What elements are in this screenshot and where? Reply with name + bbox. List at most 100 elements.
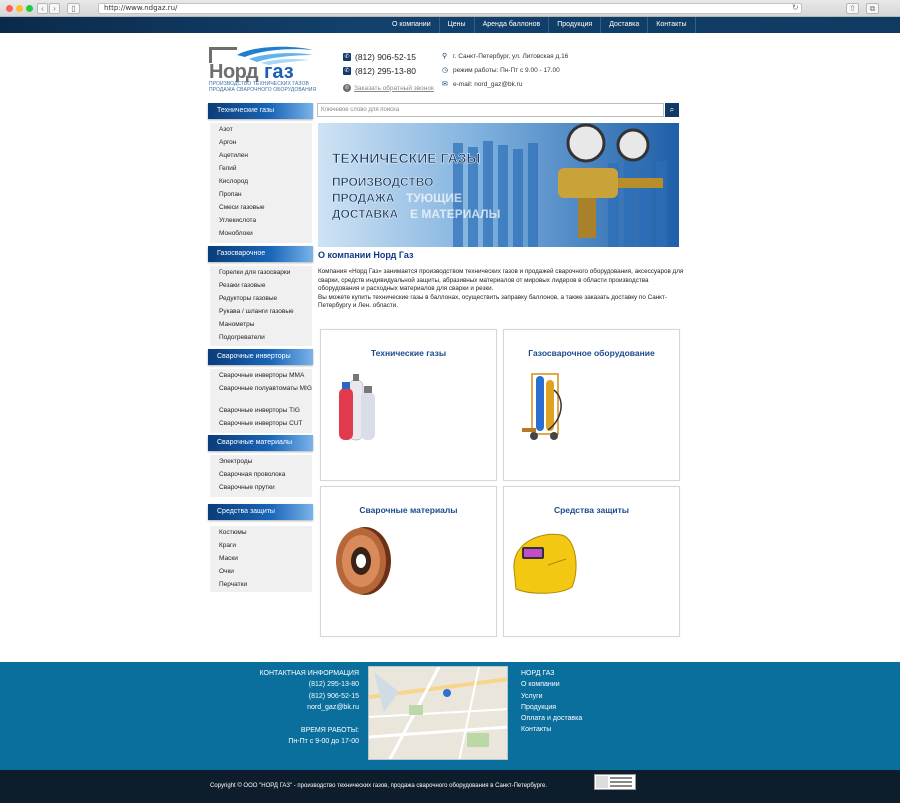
hours-text: режим работы: Пн-Пт с 9.00 - 17.00 <box>453 67 560 74</box>
sidebar-item[interactable]: Сварочные инверторы MMA <box>210 369 312 382</box>
banner-line-1: ТЕХНИЧЕСКИЕ ГАЗЫ <box>332 150 480 166</box>
sidebar-item[interactable]: Сварочные полуавтоматы MIG <box>210 382 312 404</box>
footer-link-services[interactable]: Услуги <box>521 691 641 702</box>
search-input[interactable]: Ключевое слово для поиска <box>317 103 664 117</box>
sidebar-item[interactable]: Сварочная проволока <box>210 468 312 481</box>
sidebar-item[interactable]: Ацетилен <box>210 149 312 162</box>
sidebar-item[interactable]: Смеси газовые <box>210 201 312 214</box>
sidebar-item[interactable]: Маски <box>210 552 312 565</box>
sidebar-item[interactable]: Гелий <box>210 162 312 175</box>
sidebar-item[interactable]: Резаки газовые <box>210 279 312 292</box>
sidebar-item[interactable]: Горелки для газосварки <box>210 266 312 279</box>
callback-icon: ✆ <box>343 84 351 92</box>
footer-brand[interactable]: НОРД ГАЗ <box>521 668 641 679</box>
search-placeholder: Ключевое слово для поиска <box>321 107 400 113</box>
footer-email[interactable]: nord_gaz@bk.ru <box>240 702 359 713</box>
about-text: Компания «Норд Газ» занимается производс… <box>318 268 690 311</box>
sidebar-item[interactable]: Манометры <box>210 318 312 331</box>
header-phone-2[interactable]: ✆ (812) 295-13-80 <box>343 66 416 76</box>
sidebar-item[interactable]: Электроды <box>210 455 312 468</box>
address-bar[interactable]: http://www.ndgaz.ru/ <box>98 3 802 14</box>
header-email[interactable]: ✉ e-mail: nord_gaz@bk.ru <box>442 81 522 88</box>
footer-link-contacts[interactable]: Контакты <box>521 724 641 735</box>
phone-icon: ✆ <box>343 53 351 61</box>
sidebar-item[interactable]: Костюмы <box>210 526 312 539</box>
sidebar-item[interactable]: Аргон <box>210 136 312 149</box>
search-button[interactable]: ⌕ <box>665 103 679 117</box>
sidebar-item[interactable]: Редукторы газовые <box>210 292 312 305</box>
sidebar-list-materials: Электроды Сварочная проволока Сварочные … <box>210 455 312 497</box>
minimize-window-icon[interactable] <box>16 5 23 12</box>
sidebar-item[interactable]: Моноблоки <box>210 227 312 240</box>
sidebar-item[interactable]: Очки <box>210 565 312 578</box>
welding-wire-spool-image <box>336 527 391 595</box>
category-card-protection[interactable]: Средства защиты <box>503 486 680 637</box>
sidebar-heading-protection[interactable]: Средства защиты <box>208 504 313 520</box>
sidebar-item[interactable]: Подогреватели <box>210 331 312 344</box>
sidebar-item[interactable]: Кислород <box>210 175 312 188</box>
footer-link-products[interactable]: Продукция <box>521 702 641 713</box>
sidebar-item[interactable]: Перчатки <box>210 578 312 591</box>
sidebar-item[interactable]: Пропан <box>210 188 312 201</box>
card-title: Газосварочное оборудование <box>528 348 655 358</box>
maximize-window-icon[interactable] <box>26 5 33 12</box>
footer-link-about[interactable]: О компании <box>521 679 641 690</box>
about-paragraph-2: Вы можете купить технические газы в балл… <box>318 293 667 310</box>
sidebar-heading-gas-welding[interactable]: Газосварочное оборудование <box>208 246 313 273</box>
nav-products[interactable]: Продукция <box>549 17 602 33</box>
footer-contact-title: КОНТАКТНАЯ ИНФОРМАЦИЯ <box>259 670 360 677</box>
close-window-icon[interactable] <box>6 5 13 12</box>
visitor-counter-badge[interactable] <box>594 774 636 790</box>
category-card-welding-materials[interactable]: Сварочные материалы <box>320 486 497 637</box>
reload-icon[interactable]: ↻ <box>792 3 799 12</box>
callback-link[interactable]: ✆ Заказать обратный звонок <box>343 84 434 92</box>
gas-cylinders-image <box>339 374 375 441</box>
tabs-icon[interactable]: ⧉ <box>866 3 879 14</box>
nav-prices[interactable]: Цены <box>440 17 475 33</box>
banner-line-4: ДОСТАВКА <box>332 207 398 221</box>
sidebar-item[interactable]: Азот <box>210 123 312 136</box>
sidebar-item[interactable]: Сварочные инверторы TIG <box>210 404 312 417</box>
footer-hours-title: ВРЕМЯ РАБОТЫ: <box>300 727 359 735</box>
nav-contacts[interactable]: Контакты <box>648 17 696 33</box>
footer-spacer <box>240 713 359 725</box>
banner-line-3: ПРОДАЖА <box>332 191 395 205</box>
copyright-text: Copyright © ООО "НОРД ГАЗ" - производств… <box>210 783 548 789</box>
banner-line-2: ПРОИЗВОДСТВО <box>332 175 433 189</box>
sidebar-item[interactable]: Сварочные прутки <box>210 481 312 494</box>
nav-cylinder-rental[interactable]: Аренда баллонов <box>475 17 550 33</box>
callback-text: Заказать обратный звонок <box>354 84 434 92</box>
footer-map[interactable] <box>368 666 508 760</box>
mail-icon: ✉ <box>442 81 448 88</box>
hero-banner[interactable]: ТЕХНИЧЕСКИЕ ГАЗЫ ПРОИЗВОДСТВО ПРОДАЖА ТУ… <box>318 123 679 247</box>
nav-about[interactable]: О компании <box>384 17 440 33</box>
top-navigation: О компании Цены Аренда баллонов Продукци… <box>384 17 696 33</box>
address-text: г. Санкт-Петербург, ул. Литовская д.16 <box>453 53 569 60</box>
footer-link-payment-delivery[interactable]: Оплата и доставка <box>521 713 641 724</box>
footer-phone-2[interactable]: (812) 906-52-15 <box>240 691 359 702</box>
forward-icon[interactable]: › <box>49 3 60 14</box>
footer-phone-1[interactable]: (812) 295-13-80 <box>240 679 359 690</box>
share-icon[interactable]: ⇧ <box>846 3 859 14</box>
sidebar-toggle-icon[interactable]: ▯ <box>67 3 80 14</box>
phone-icon: ✆ <box>343 67 351 75</box>
svg-text:Норд: Норд <box>209 61 259 83</box>
category-card-gases[interactable]: Технические газы <box>320 329 497 481</box>
sidebar-heading-materials[interactable]: Сварочные материалы <box>208 435 313 451</box>
sidebar-item[interactable]: Сварочные инверторы CUT <box>210 417 312 430</box>
sidebar-heading-gases[interactable]: Технические газы <box>208 103 313 119</box>
back-icon[interactable]: ‹ <box>37 3 48 14</box>
sidebar-item[interactable]: Рукава / шланги газовые <box>210 305 312 318</box>
email-text: e-mail: nord_gaz@bk.ru <box>453 81 523 88</box>
counter-icon <box>596 776 632 788</box>
svg-text:газ: газ <box>264 61 294 83</box>
header-phone-1[interactable]: ✆ (812) 906-52-15 <box>343 52 416 62</box>
sidebar-list-gas-welding: Горелки для газосварки Резаки газовые Ре… <box>210 266 312 346</box>
category-card-gas-welding[interactable]: Газосварочное оборудование <box>503 329 680 481</box>
welding-cart-image <box>522 373 562 440</box>
sidebar-item[interactable]: Краги <box>210 539 312 552</box>
sidebar-heading-inverters[interactable]: Сварочные инверторы <box>208 349 313 365</box>
clock-icon: ◷ <box>442 67 449 74</box>
nav-delivery[interactable]: Доставка <box>601 17 649 33</box>
sidebar-item[interactable]: Углекислота <box>210 214 312 227</box>
